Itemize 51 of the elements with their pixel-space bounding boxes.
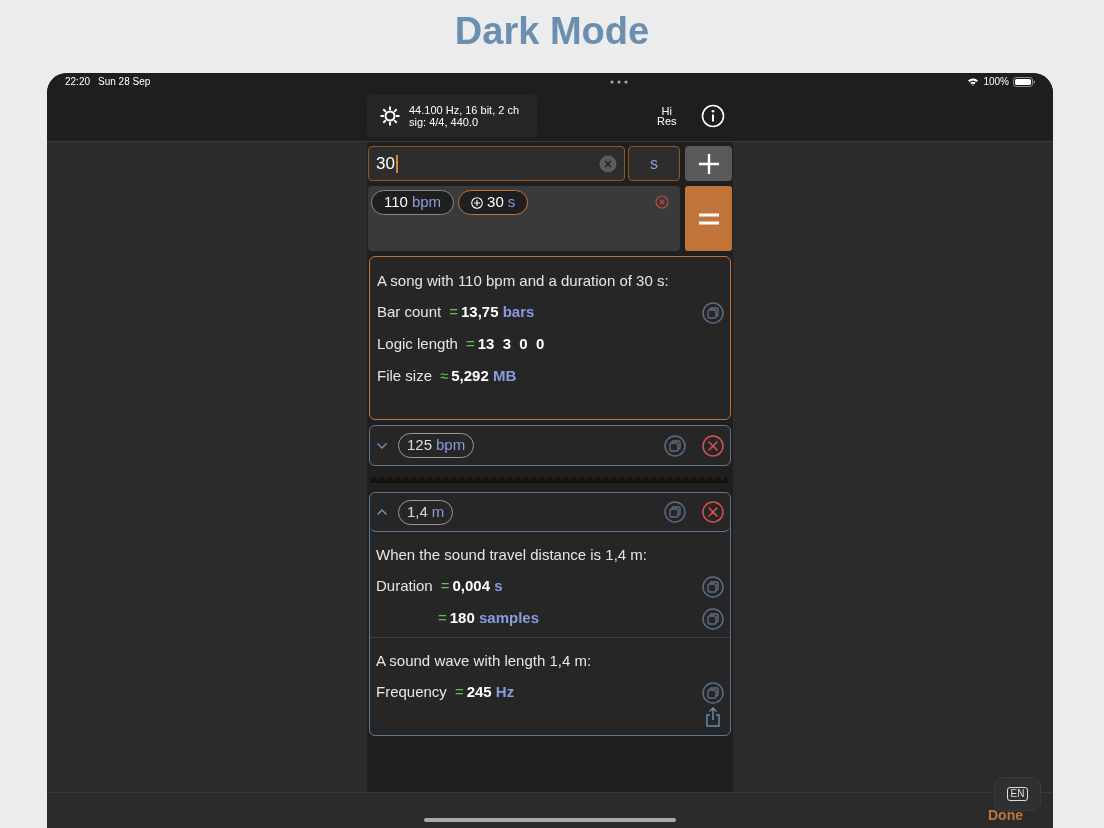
close-icon[interactable] — [702, 434, 724, 457]
result-label: File size — [377, 366, 432, 387]
plus-circle-icon[interactable] — [471, 196, 484, 209]
result-value: ≈ 5,292 MB — [440, 366, 517, 387]
copy-icon[interactable] — [702, 575, 724, 598]
copy-icon[interactable] — [702, 681, 724, 704]
result-label: Frequency — [376, 682, 447, 703]
equals-button[interactable] — [685, 186, 732, 251]
copy-icon[interactable] — [664, 434, 686, 457]
result-value: = 13 3 0 0 — [465, 334, 545, 355]
keyboard-language-button[interactable]: EN — [1006, 787, 1029, 801]
clear-icon[interactable] — [599, 154, 617, 173]
value-chip[interactable]: 110 bpm — [371, 190, 455, 215]
plus-icon[interactable] — [697, 152, 720, 175]
result-value: = 180 samples — [438, 608, 539, 629]
copy-icon[interactable] — [664, 501, 686, 523]
hi-res-button[interactable]: Hi Res — [657, 105, 677, 126]
result-label: Duration — [376, 576, 433, 597]
equals-icon[interactable] — [697, 211, 720, 226]
result-heading: When the sound travel distance is 1,4 m: — [376, 545, 648, 565]
share-icon[interactable] — [705, 707, 721, 727]
format-button[interactable]: 44.100 Hz, 16 bit, 2 ch sig: 4/4, 440.0 — [367, 94, 537, 137]
result-value: = 13,75 bars — [449, 302, 535, 323]
battery-icon — [1013, 76, 1035, 87]
info-icon[interactable] — [700, 103, 725, 128]
collapse-chevron-icon[interactable] — [376, 508, 388, 516]
copy-icon[interactable] — [702, 607, 724, 630]
unit-button[interactable]: s — [628, 146, 680, 181]
status-time: 22:20 — [65, 75, 91, 89]
signature-text: sig: 4/4, 440.0 — [409, 115, 480, 128]
result-heading: A sound wave with length 1,4 m: — [376, 651, 593, 671]
result-value: = 245 Hz — [454, 682, 515, 703]
gear-icon[interactable] — [379, 104, 401, 127]
value-chip[interactable]: 30 s — [458, 190, 529, 215]
clear-icon[interactable] — [655, 195, 669, 209]
result-heading: A song with 110 bpm and a duration of 30 s: — [377, 271, 670, 291]
result-label: Bar count — [377, 302, 442, 323]
done-button[interactable]: Done — [988, 808, 1023, 822]
wifi-icon — [967, 77, 980, 86]
result-label: Logic length — [377, 334, 458, 355]
expand-chevron-icon[interactable] — [376, 441, 388, 450]
page-title: Dark Mode — [453, 9, 651, 54]
add-button[interactable] — [685, 146, 732, 181]
battery-percent: 100% — [983, 75, 1009, 89]
result-value: = 0,004 s — [440, 576, 503, 597]
status-date: Sun 28 Sep — [98, 75, 151, 89]
more-dots-icon[interactable] — [609, 79, 628, 84]
format-text: 44.100 Hz, 16 bit, 2 ch — [409, 103, 520, 116]
close-icon[interactable] — [702, 501, 724, 523]
copy-icon[interactable] — [702, 301, 724, 324]
number-input-field[interactable]: 30 — [368, 146, 625, 181]
